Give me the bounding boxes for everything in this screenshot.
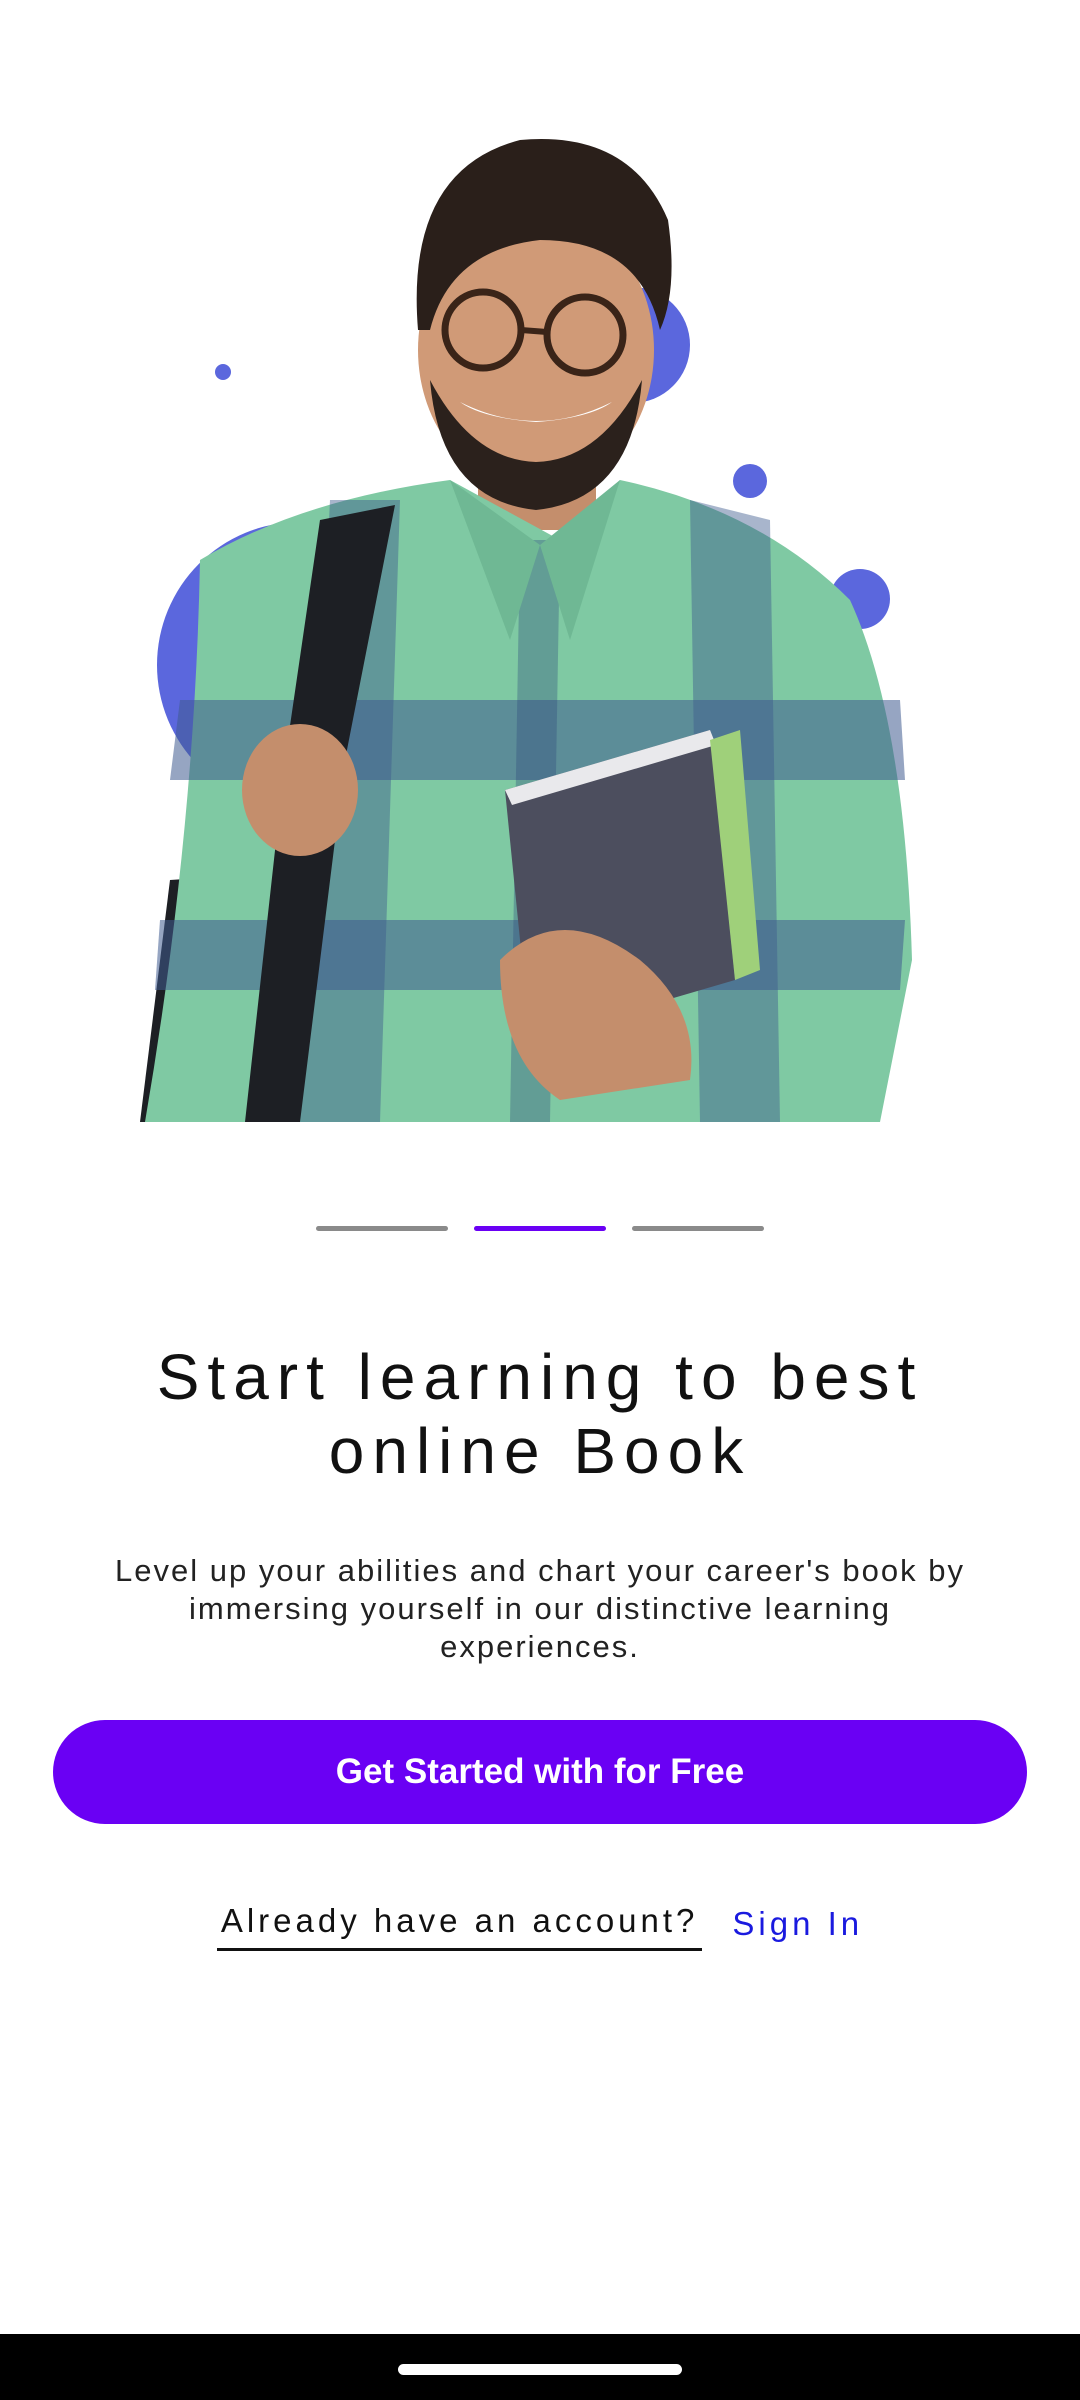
page-indicator xyxy=(0,1226,1080,1231)
decor-dot xyxy=(733,464,767,498)
page-indicator-dot-2-active xyxy=(474,1226,606,1231)
already-have-account-text: Already have an account? xyxy=(216,1902,703,1951)
student-illustration xyxy=(140,139,912,1122)
hero-illustration xyxy=(0,0,1080,1130)
onboarding-description: Level up your abilities and chart your c… xyxy=(115,1553,965,1664)
onboarding-title: Start learning to best online Book xyxy=(156,1341,924,1487)
student-figure xyxy=(140,139,912,1122)
page-indicator-dot-1 xyxy=(316,1226,448,1231)
get-started-button[interactable]: Get Started with for Free xyxy=(53,1720,1027,1824)
home-indicator[interactable] xyxy=(398,2364,682,2375)
system-navigation-bar xyxy=(0,2334,1080,2400)
page-indicator-dot-3 xyxy=(632,1226,764,1231)
decor-dot-small xyxy=(215,364,231,380)
signin-row: Already have an account? Sign In xyxy=(0,1902,1080,1951)
sign-in-link[interactable]: Sign In xyxy=(732,1905,863,1951)
